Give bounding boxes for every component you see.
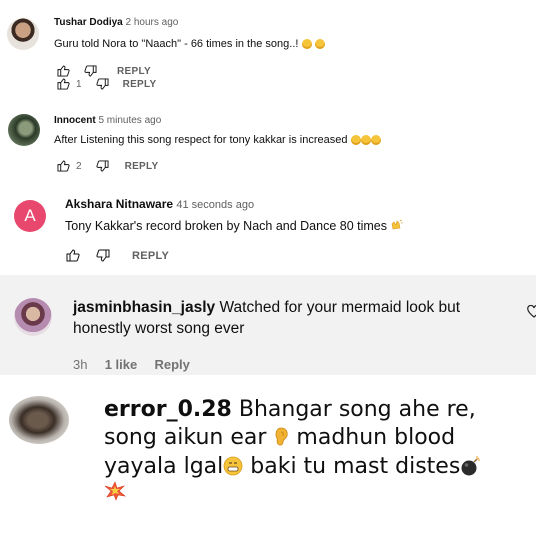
avatar-letter: A <box>24 206 36 225</box>
comment-time[interactable]: 2 hours ago <box>126 17 179 28</box>
reply-button[interactable]: Reply <box>155 357 190 372</box>
avatar[interactable] <box>14 298 52 336</box>
comment-jasmin: jasminbhasin_jasly Watched for your merm… <box>0 275 536 375</box>
action-row: REPLY <box>57 65 151 77</box>
comment-text-line2b: madhun blood <box>296 425 456 450</box>
heart-icon[interactable] <box>527 304 536 323</box>
comment-text: After Listening this song respect for to… <box>54 134 348 146</box>
thumbs-up-icon[interactable] <box>57 78 70 90</box>
comment-text-line1: Bhangar song ahe re, <box>238 397 476 422</box>
comment-author[interactable]: Innocent <box>54 115 96 126</box>
avatar[interactable] <box>7 18 39 50</box>
comment-text-line3b: baki tu mast distes <box>250 454 461 479</box>
comment-text: Guru told Nora to "Naach" - 66 times in … <box>54 38 299 50</box>
ear-icon <box>273 425 296 450</box>
comment-innocent: Innocent 5 minutes ago After Listening t… <box>0 105 536 175</box>
collision-icon <box>104 481 127 506</box>
meta-row: 3h 1 like Reply <box>73 357 190 372</box>
thumbs-down-icon[interactable] <box>84 65 97 77</box>
avatar[interactable] <box>8 114 40 146</box>
bomb-icon <box>460 454 482 479</box>
clapping-hands-icon <box>390 219 403 233</box>
likes-count[interactable]: 1 like <box>105 357 138 372</box>
comment-error: error_0.28 Bhangar song ahe re, song aik… <box>0 375 536 552</box>
grimacing-face-icon <box>223 454 243 479</box>
comment-author[interactable]: Akshara Nitnaware <box>65 197 173 211</box>
reply-button[interactable]: REPLY <box>123 79 157 90</box>
action-row: REPLY <box>66 249 169 262</box>
thumbs-down-icon[interactable] <box>95 78 109 90</box>
comment-time: 3h <box>73 357 88 372</box>
grinning-face-icon <box>360 135 371 146</box>
comment-text-line1: Watched for your mermaid look but <box>219 299 461 316</box>
comment-akshara: A Akshara Nitnaware 41 seconds ago Tony … <box>0 170 536 275</box>
grinning-face-icon <box>314 39 325 50</box>
comment-author[interactable]: jasminbhasin_jasly <box>73 299 215 316</box>
grinning-face-icon <box>370 135 381 146</box>
thumbs-up-icon[interactable] <box>66 249 80 262</box>
comment-text-line3a: yayala lgal <box>104 454 224 479</box>
comment-time[interactable]: 41 seconds ago <box>176 199 254 211</box>
reply-button[interactable]: REPLY <box>117 66 151 77</box>
reply-button[interactable]: REPLY <box>132 250 169 262</box>
comment-text: Tony Kakkar's record broken by Nach and … <box>65 219 387 233</box>
comment-author[interactable]: Tushar Dodiya <box>54 17 123 28</box>
thumbs-up-icon[interactable] <box>57 65 70 77</box>
comment-text-line2: honestly worst song ever <box>73 320 245 337</box>
grinning-face-icon <box>350 135 361 146</box>
avatar[interactable]: A <box>14 200 46 232</box>
action-row: 1 REPLY <box>57 78 156 90</box>
like-count: 1 <box>76 78 82 90</box>
comment-time[interactable]: 5 minutes ago <box>98 115 161 126</box>
comment-author[interactable]: error_0.28 <box>104 397 232 422</box>
comment-text-line2a: song aikun ear <box>104 425 267 450</box>
thumbs-down-icon[interactable] <box>96 249 110 262</box>
smiling-face-icon <box>301 39 312 50</box>
avatar[interactable] <box>9 396 69 444</box>
